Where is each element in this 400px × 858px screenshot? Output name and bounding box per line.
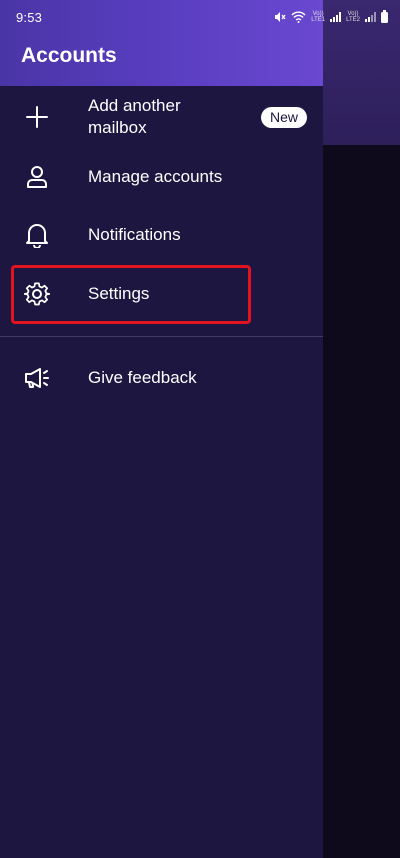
manage-accounts-item[interactable]: Manage accounts — [0, 148, 323, 206]
add-mailbox-label-line1: Add another — [88, 96, 181, 115]
sim1-lte: LTE1 — [311, 17, 326, 23]
bell-icon — [23, 221, 51, 249]
add-mailbox-label-line2: mailbox — [88, 118, 147, 137]
drawer-title: Accounts — [21, 44, 117, 67]
notifications-label: Notifications — [88, 225, 181, 244]
megaphone-icon — [23, 364, 51, 392]
status-bar: 9:53 Vo)) LTE1 Vo)) LTE2 — [0, 0, 400, 34]
settings-label: Settings — [88, 284, 150, 303]
notifications-item[interactable]: Notifications — [0, 206, 323, 264]
gear-icon — [23, 280, 51, 308]
plus-icon — [23, 103, 51, 131]
sim1-network-label: Vo)) LTE1 — [311, 11, 325, 23]
give-feedback-label: Give feedback — [88, 368, 197, 387]
wifi-icon — [291, 11, 306, 23]
give-feedback-item[interactable]: Give feedback — [0, 349, 323, 407]
menu-divider — [0, 336, 323, 337]
status-time: 9:53 — [16, 10, 43, 25]
sim1-signal-icon — [330, 12, 342, 22]
battery-icon — [381, 9, 388, 23]
status-icons: Vo)) LTE1 Vo)) LTE2 — [274, 9, 388, 24]
add-mailbox-item[interactable]: Add another mailbox New — [0, 86, 323, 148]
sim2-network-label: Vo)) LTE2 — [346, 11, 360, 23]
sim2-lte: LTE2 — [346, 17, 360, 23]
mute-icon — [274, 11, 286, 23]
screen: Accounts Add another mailbox New Manage … — [0, 0, 400, 858]
person-icon — [23, 163, 51, 191]
manage-accounts-label: Manage accounts — [88, 167, 223, 186]
add-mailbox-label: Add another mailbox — [88, 95, 181, 139]
navigation-drawer: Accounts Add another mailbox New Manage … — [0, 0, 323, 858]
sim2-signal-icon — [365, 12, 376, 22]
settings-item[interactable]: Settings — [0, 265, 323, 324]
new-badge: New — [261, 107, 308, 128]
